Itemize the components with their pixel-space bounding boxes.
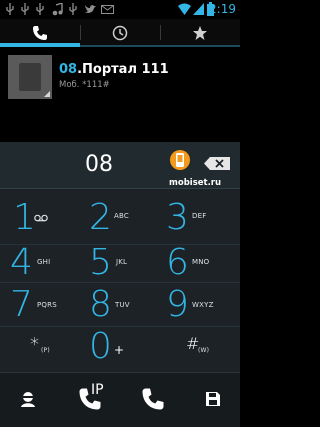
voicemail-icon <box>34 214 48 222</box>
usb-icon <box>69 3 77 15</box>
contact-number: Моб. *111# <box>59 80 110 90</box>
mail-icon <box>101 5 114 14</box>
watermark: mobiset.ru <box>169 178 222 188</box>
ip-call-button[interactable]: IP <box>60 372 120 426</box>
backspace-icon[interactable] <box>204 157 230 170</box>
key-star[interactable]: * (P) <box>0 326 80 372</box>
save-button[interactable] <box>185 372 240 426</box>
tab-phone[interactable] <box>0 19 80 46</box>
twitter-icon <box>85 5 96 13</box>
contacts-button[interactable] <box>0 372 55 426</box>
star-icon <box>193 25 207 40</box>
dialed-digits: 08 <box>85 152 113 177</box>
save-icon <box>205 392 220 406</box>
status-time: 2:19 <box>209 2 236 16</box>
sim-card-icon <box>19 63 41 91</box>
person-icon <box>20 392 35 407</box>
app-badge-icon[interactable] <box>170 150 190 170</box>
quick-contact-corner <box>44 91 50 97</box>
key-hash[interactable]: # (W) <box>160 326 240 372</box>
key-1[interactable]: 1 <box>0 188 80 248</box>
clock-icon <box>112 25 128 40</box>
tab-favorites[interactable] <box>160 19 240 46</box>
phone-icon <box>142 388 163 410</box>
usb-icon <box>21 3 29 15</box>
ip-label: IP <box>91 382 104 398</box>
matched-digits: 08 <box>59 62 78 77</box>
status-bar: 2:19 <box>0 0 240 19</box>
wifi-icon <box>178 3 191 15</box>
key-0[interactable]: 0 + <box>80 326 160 372</box>
contact-name-rest: .Портал 111 <box>77 62 169 77</box>
tab-recent[interactable] <box>80 19 160 46</box>
empty-space <box>0 107 240 142</box>
tab-bar <box>0 19 240 46</box>
contact-name: 08.Портал 111 <box>59 62 169 77</box>
key-2[interactable]: 2 ABC <box>80 188 160 248</box>
signal-icon <box>193 3 204 15</box>
key-3[interactable]: 3 DEF <box>160 188 240 248</box>
music-icon <box>52 3 63 16</box>
call-button[interactable] <box>125 372 180 426</box>
usb-icon <box>6 3 14 15</box>
phone-icon <box>33 25 47 40</box>
usb-icon <box>36 3 44 15</box>
contact-photo <box>8 55 52 99</box>
